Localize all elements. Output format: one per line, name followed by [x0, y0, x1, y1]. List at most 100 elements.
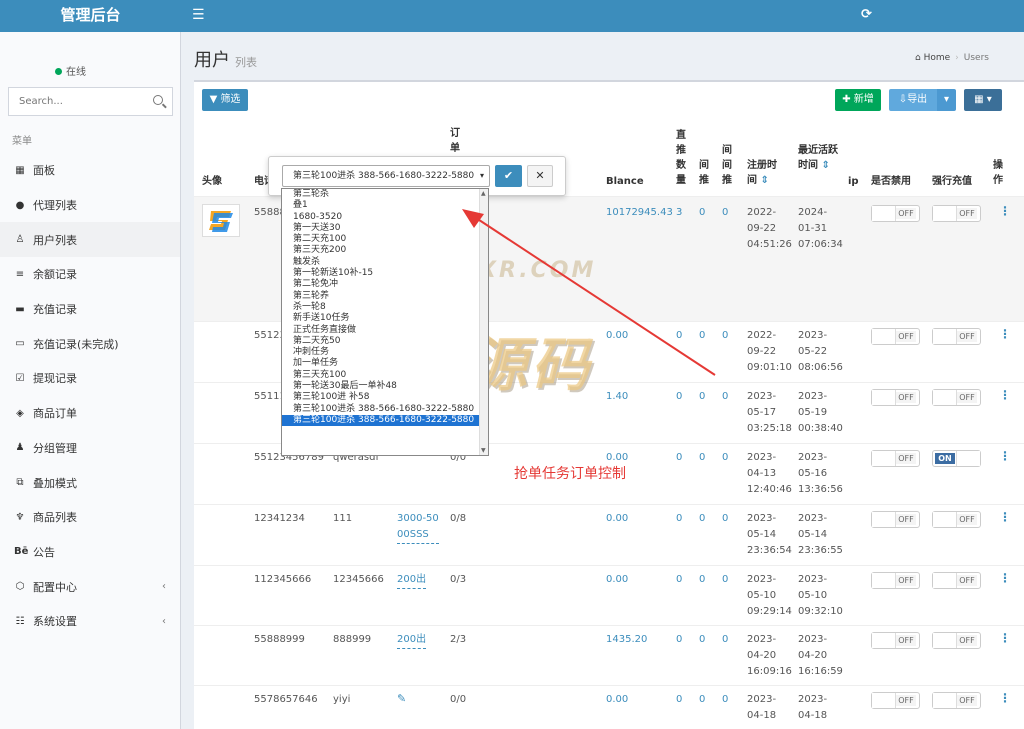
add-button[interactable]: ✚ 新增	[835, 89, 881, 111]
cell-balance[interactable]: 0.00	[606, 572, 628, 588]
cell-group[interactable]: 200出	[397, 632, 427, 649]
row-actions-icon[interactable]: ⋮	[999, 388, 1011, 402]
force-recharge-toggle[interactable]: OFF	[932, 632, 981, 649]
row-actions-icon[interactable]: ⋮	[999, 204, 1011, 218]
sidebar-item-withdraw-records[interactable]: ☑ 提现记录	[0, 361, 180, 396]
search-input[interactable]	[9, 88, 144, 115]
confirm-button[interactable]: ✔	[495, 165, 522, 187]
cell-indirect2[interactable]: 0	[722, 632, 728, 648]
cell-last-active: 2023- 04-20 16:16:59	[798, 632, 843, 680]
cell-indirect[interactable]: 0	[699, 572, 705, 588]
disabled-toggle[interactable]: OFF	[871, 205, 920, 222]
dropdown-option[interactable]: 第一轮送30最后一单补48	[282, 381, 488, 392]
disabled-toggle[interactable]: OFF	[871, 692, 920, 709]
row-actions-icon[interactable]: ⋮	[999, 510, 1011, 524]
cell-indirect2[interactable]: 0	[722, 511, 728, 527]
cell-indirect2[interactable]: 0	[722, 572, 728, 588]
search-icon[interactable]	[153, 95, 163, 105]
sidebar-item-config-center[interactable]: ⬡ 配置中心 ‹	[0, 569, 180, 604]
th-indirect: 间推	[699, 160, 709, 186]
dropdown-option[interactable]: 第三轮100进 补58	[282, 392, 488, 403]
export-button[interactable]: ⇩导出	[889, 89, 937, 111]
sort-icon[interactable]: ⇕	[821, 160, 829, 171]
cell-group[interactable]: 200出	[397, 572, 427, 589]
cell-balance[interactable]: 1.40	[606, 389, 628, 405]
th-direct: 直推数量	[676, 130, 686, 186]
row-actions-icon[interactable]: ⋮	[999, 449, 1011, 463]
edit-pencil-icon[interactable]: ✎	[397, 691, 406, 707]
cell-indirect[interactable]: 0	[699, 389, 705, 405]
scroll-down-icon[interactable]: ▼	[481, 447, 486, 454]
dropdown-option[interactable]: 第三轮杀	[282, 189, 488, 200]
cell-direct[interactable]: 0	[676, 572, 682, 588]
disabled-toggle[interactable]: OFF	[871, 572, 920, 589]
filter-button[interactable]: ▼ 筛选	[202, 89, 248, 111]
online-status: 在线	[55, 63, 86, 78]
cell-direct[interactable]: 0	[676, 450, 682, 466]
cell-direct[interactable]: 0	[676, 511, 682, 527]
cell-indirect2[interactable]: 0	[722, 692, 728, 708]
cell-balance[interactable]: 0.00	[606, 692, 628, 708]
sort-icon[interactable]: ⇕	[760, 175, 768, 186]
sidebar-item-stack-mode[interactable]: ⧉ 叠加模式	[0, 465, 180, 500]
force-recharge-toggle[interactable]: OFF	[932, 389, 981, 406]
cell-balance[interactable]: 1435.20	[606, 632, 647, 648]
sidebar-item-agents[interactable]: ● 代理列表	[0, 188, 180, 223]
cell-group[interactable]: 3000-5000SSS	[397, 511, 439, 544]
row-actions-icon[interactable]: ⋮	[999, 631, 1011, 645]
cell-indirect[interactable]: 0	[699, 692, 705, 708]
sidebar-item-recharge-pending[interactable]: ▭ 充值记录(未完成)	[0, 326, 180, 361]
th-last-active[interactable]: 最近活跃时间 ⇕	[798, 143, 838, 173]
sidebar-item-dashboard[interactable]: ▦ 面板	[0, 153, 180, 188]
row-actions-icon[interactable]: ⋮	[999, 571, 1011, 585]
force-recharge-toggle[interactable]: OFF	[932, 328, 981, 345]
dropdown-option-selected[interactable]: 第三轮100进杀 388-566-1680-3222-5880	[282, 414, 488, 427]
force-recharge-toggle[interactable]: ON	[932, 450, 981, 467]
cell-indirect[interactable]: 0	[699, 511, 705, 527]
cell-indirect2[interactable]: 0	[722, 450, 728, 466]
disabled-toggle[interactable]: OFF	[871, 328, 920, 345]
app-logo[interactable]: 管理后台	[0, 0, 181, 32]
disabled-toggle[interactable]: OFF	[871, 389, 920, 406]
annotation-arrow	[462, 209, 716, 376]
cell-direct[interactable]: 0	[676, 692, 682, 708]
force-recharge-toggle[interactable]: OFF	[932, 572, 981, 589]
row-actions-icon[interactable]: ⋮	[999, 691, 1011, 705]
disabled-toggle[interactable]: OFF	[871, 511, 920, 528]
disabled-toggle[interactable]: OFF	[871, 450, 920, 467]
force-recharge-toggle[interactable]: OFF	[932, 511, 981, 528]
cell-indirect[interactable]: 0	[699, 632, 705, 648]
cell-balance[interactable]: 0.00	[606, 511, 628, 527]
cancel-button[interactable]: ✕	[527, 165, 553, 187]
th-avatar: 头像	[202, 176, 222, 187]
force-recharge-toggle[interactable]: OFF	[932, 205, 981, 222]
sidebar-item-announcements[interactable]: Bē 公告	[0, 535, 180, 570]
menu-toggle-icon[interactable]: ☰	[192, 7, 205, 23]
row-actions-icon[interactable]: ⋮	[999, 327, 1011, 341]
sidebar-item-recharge-records[interactable]: ▬ 充值记录	[0, 292, 180, 327]
scroll-up-icon[interactable]: ▲	[481, 190, 486, 197]
cell-direct[interactable]: 0	[676, 389, 682, 405]
sidebar-item-system-settings[interactable]: ☷ 系统设置 ‹	[0, 604, 180, 639]
cell-direct[interactable]: 0	[676, 632, 682, 648]
breadcrumb-home[interactable]: Home	[924, 53, 951, 63]
cell-indirect2[interactable]: 0	[722, 205, 728, 221]
cell-active-line: 04-18	[798, 710, 828, 721]
export-dropdown-button[interactable]: ▾	[937, 89, 956, 111]
sidebar-item-product-orders[interactable]: ◈ 商品订单	[0, 396, 180, 431]
force-recharge-toggle[interactable]: OFF	[932, 692, 981, 709]
sidebar-item-products[interactable]: ♆ 商品列表	[0, 500, 180, 535]
th-register[interactable]: 注册时间 ⇕	[747, 158, 785, 188]
sidebar-item-balance-records[interactable]: ≡ 余额记录	[0, 257, 180, 292]
cell-indirect2[interactable]: 0	[722, 328, 728, 344]
columns-button[interactable]: ▦ ▾	[964, 89, 1002, 111]
dropdown-option[interactable]: 第三轮100进杀 388-566-1680-3222-5880	[282, 404, 488, 415]
disabled-toggle[interactable]: OFF	[871, 632, 920, 649]
sidebar-item-groups[interactable]: ♟ 分组管理	[0, 431, 180, 466]
cell-indirect[interactable]: 0	[699, 450, 705, 466]
cell-indirect2[interactable]: 0	[722, 389, 728, 405]
sidebar-item-users[interactable]: ♙ 用户列表	[0, 222, 180, 258]
refresh-icon[interactable]: ⟳	[861, 7, 872, 22]
group-select[interactable]: 第三轮100进杀 388-566-1680-3222-5880 ▾	[282, 165, 490, 187]
cell-last-active: 2024- 01-31 07:06:34	[798, 205, 843, 253]
